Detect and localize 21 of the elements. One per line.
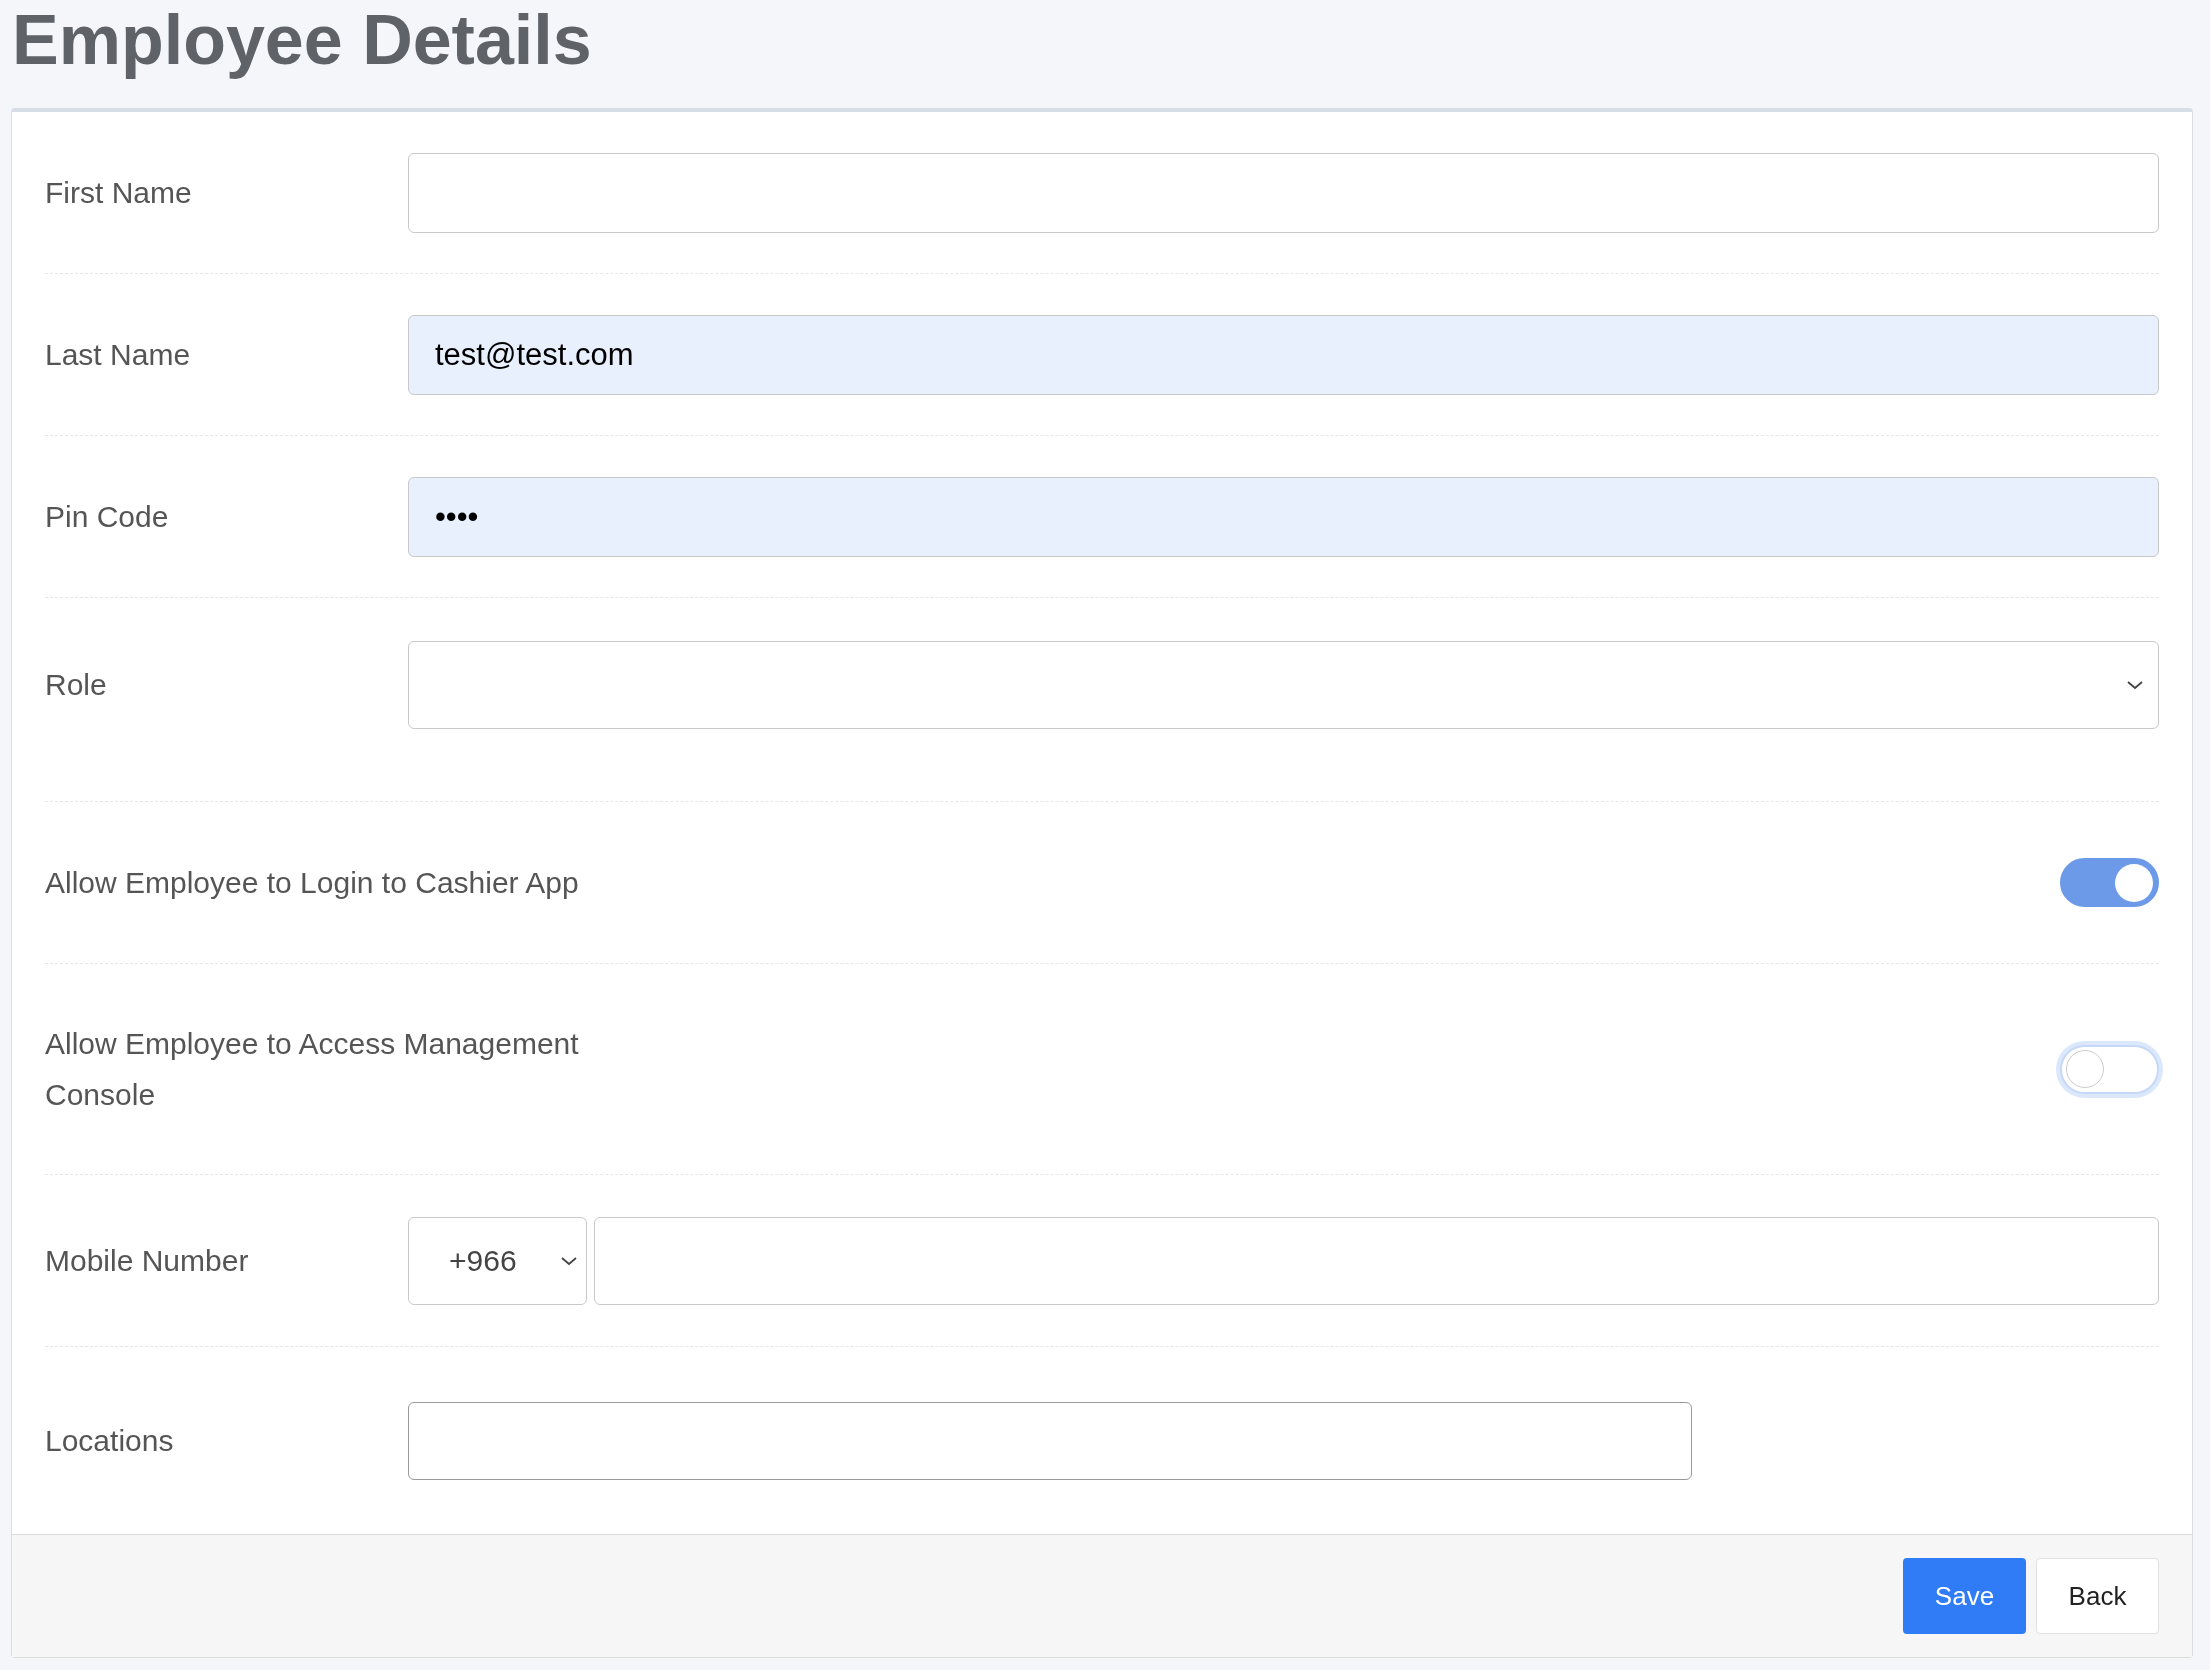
- back-button[interactable]: Back: [2036, 1558, 2159, 1634]
- page-title: Employee Details: [11, 0, 593, 81]
- locations-input[interactable]: [408, 1401, 1692, 1480]
- text-input[interactable]: ••••: [408, 476, 2159, 557]
- field-label: Mobile Number: [45, 1243, 250, 1279]
- toggle-label: Allow Employee to Access Management Console: [45, 1026, 580, 1113]
- field-label: First Name: [45, 175, 193, 211]
- toggle-label: Allow Employee to Login to Cashier App: [45, 865, 580, 901]
- toggle-switch[interactable]: [2060, 858, 2159, 907]
- chevron-down-icon: [2126, 678, 2144, 691]
- phone-input[interactable]: [594, 1216, 2159, 1305]
- field-label: Pin Code: [45, 499, 170, 535]
- chevron-down-icon: [560, 1254, 578, 1267]
- country-code-select[interactable]: +966: [408, 1216, 587, 1305]
- text-input[interactable]: test@test.com: [408, 314, 2159, 395]
- save-button[interactable]: Save: [1903, 1558, 2026, 1634]
- field-label: Locations: [45, 1423, 175, 1459]
- role-select[interactable]: [408, 640, 2159, 729]
- field-label: Role: [45, 667, 108, 703]
- field-label: Last Name: [45, 337, 192, 373]
- text-input[interactable]: [408, 152, 2159, 233]
